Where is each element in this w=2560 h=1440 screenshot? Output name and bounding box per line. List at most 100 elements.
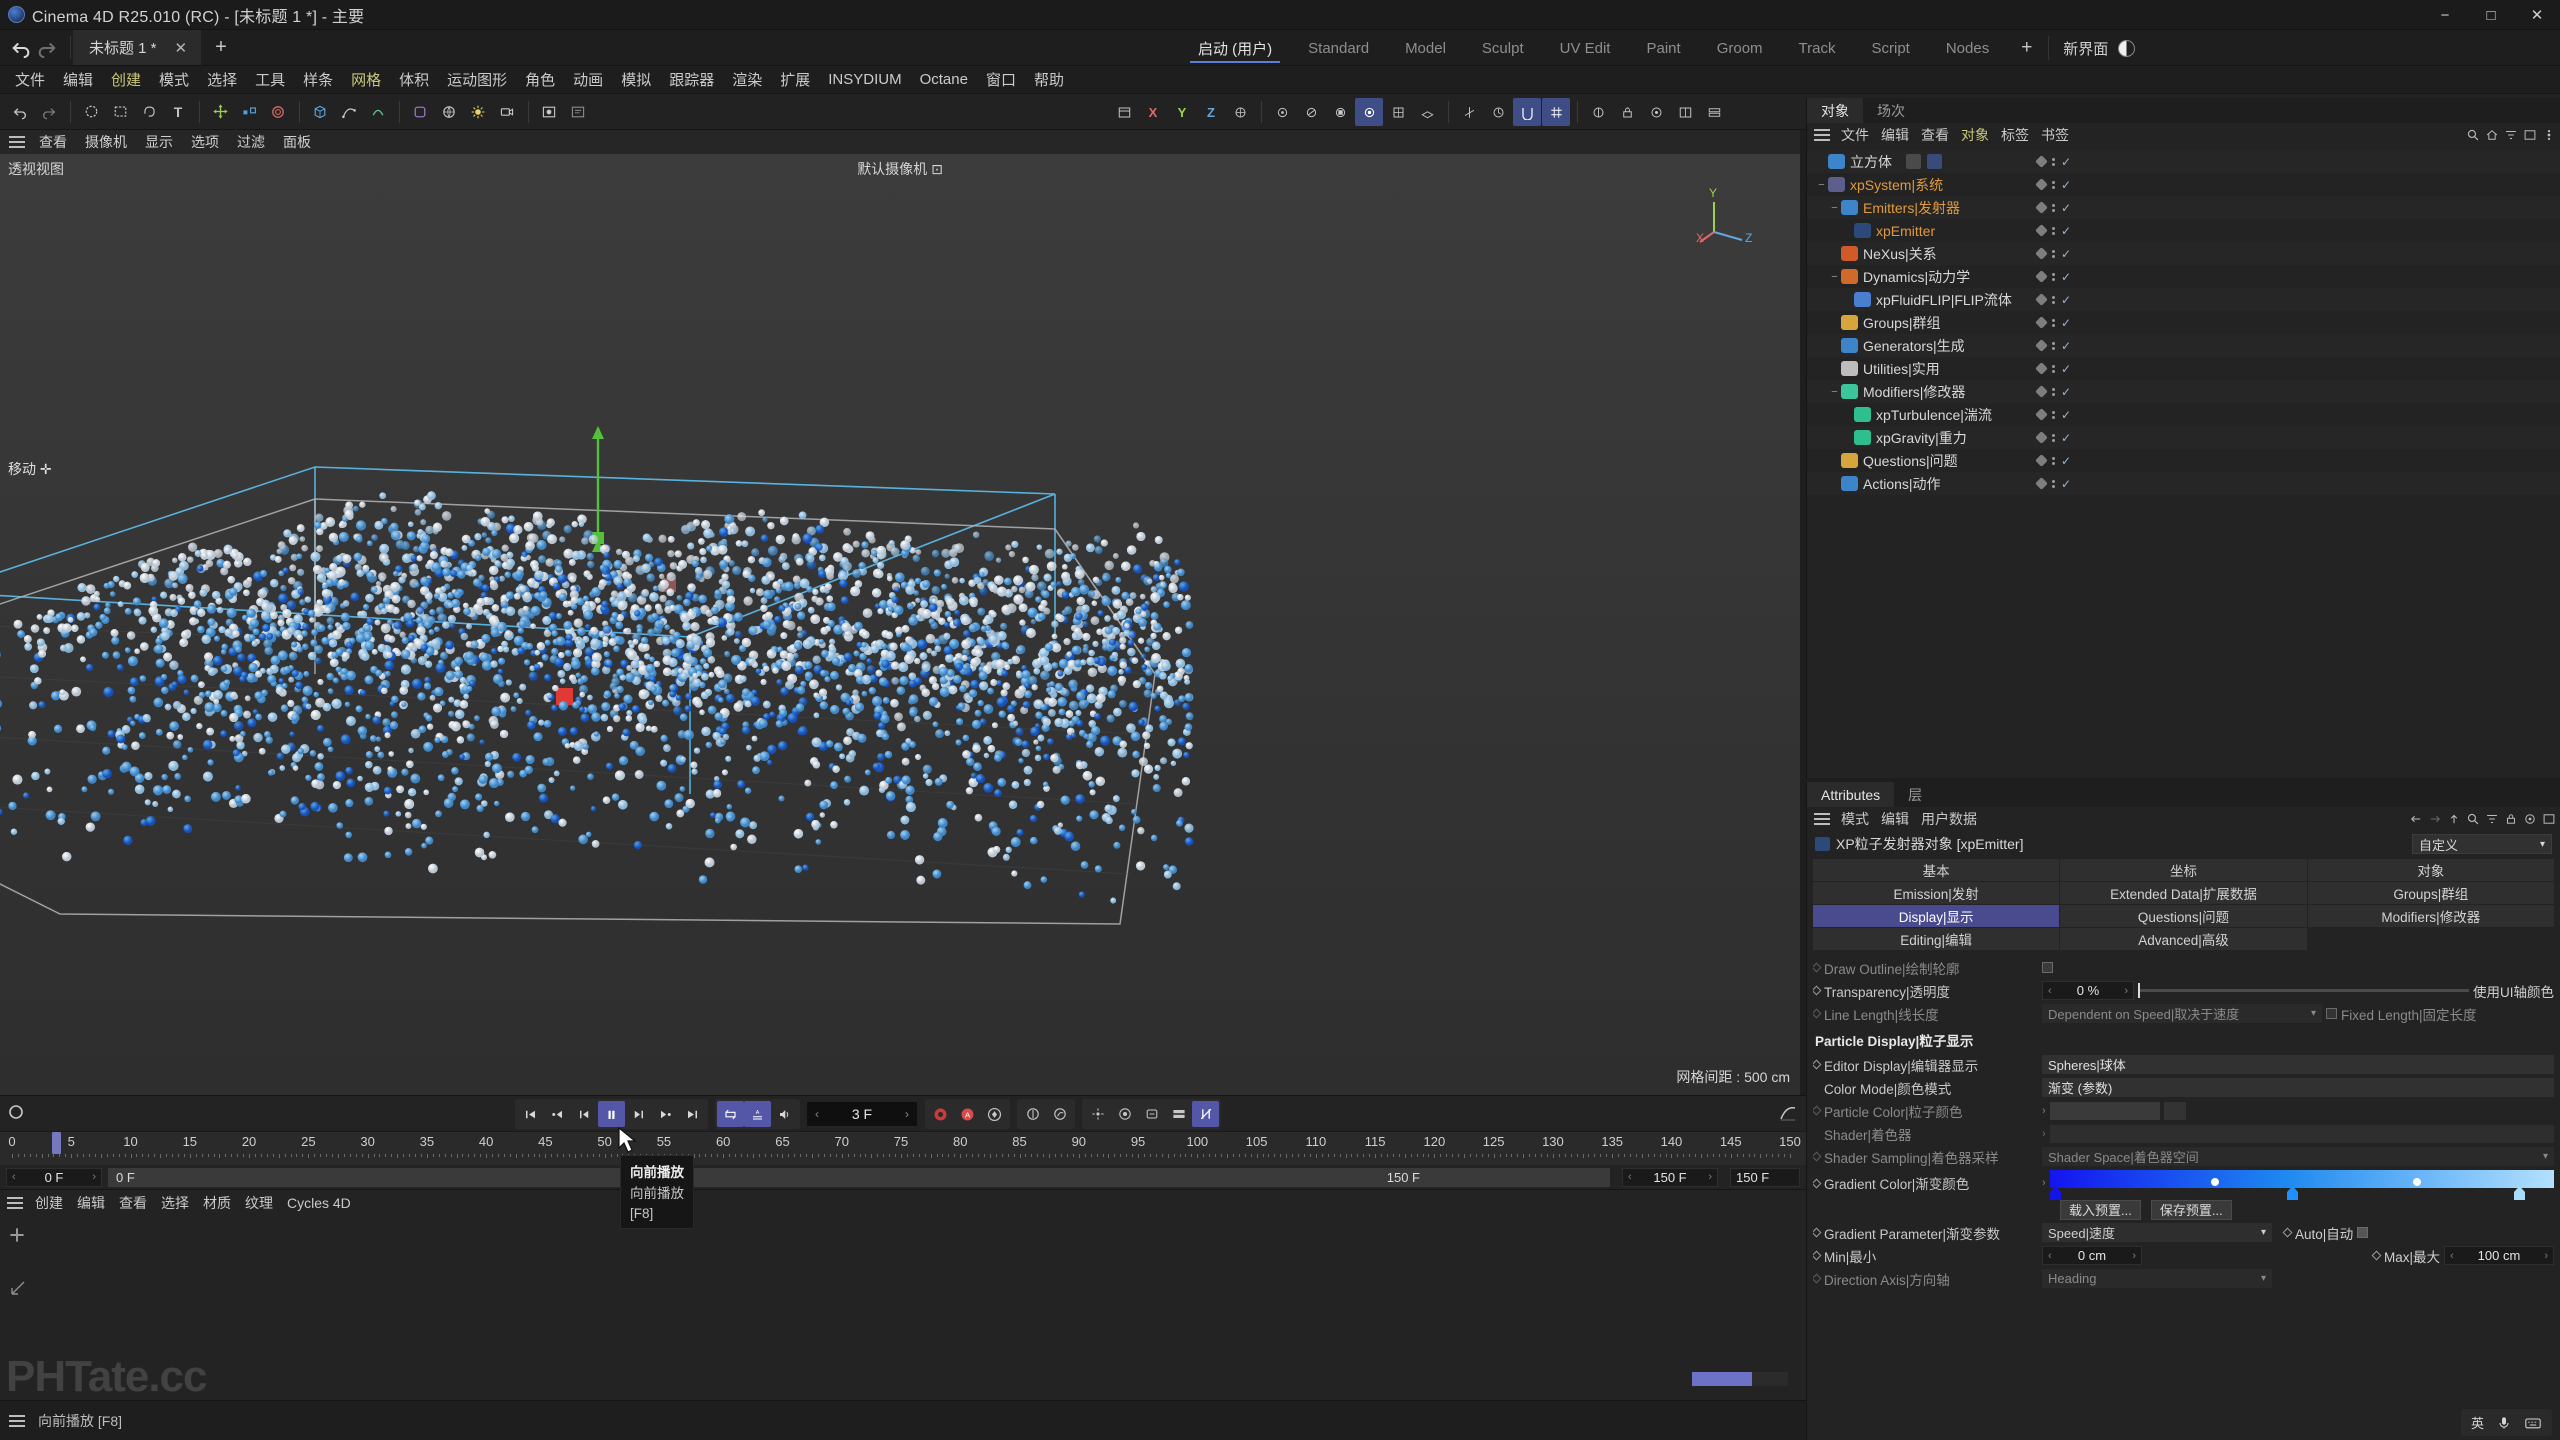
object-visibility-dots[interactable]: ✓: [2035, 408, 2071, 422]
layer-diamond-icon[interactable]: [2035, 477, 2048, 490]
particle-color-picker-icon[interactable]: [2163, 1101, 2186, 1120]
visibility-dots-icon[interactable]: [2052, 364, 2055, 373]
record-rotation-button[interactable]: [1046, 1101, 1073, 1127]
gradient-editor[interactable]: [2049, 1170, 2554, 1200]
tree-twisty-icon[interactable]: −: [1828, 386, 1841, 398]
enabled-check-icon[interactable]: ✓: [2061, 385, 2071, 399]
editor-display-field[interactable]: Spheres|球体: [2042, 1055, 2554, 1074]
object-tree-row[interactable]: Questions|问题 ✓: [1807, 449, 2560, 472]
document-tab[interactable]: 未标题 1 * ✕: [73, 30, 202, 65]
layout-tab-uv-edit[interactable]: UV Edit: [1542, 30, 1629, 66]
layout-manager-icon[interactable]: [1671, 98, 1699, 126]
attributes-tab-grid[interactable]: 基本 坐标 对象 Emission|发射 Extended Data|扩展数据 Group…: [1807, 857, 2560, 950]
visibility-dots-icon[interactable]: [2052, 387, 2055, 396]
layer-diamond-icon[interactable]: [2035, 408, 2048, 421]
enabled-check-icon[interactable]: ✓: [2061, 293, 2071, 307]
attr-menu-edit[interactable]: 编辑: [1875, 808, 1915, 830]
attributes-hamburger-icon[interactable]: [1814, 813, 1830, 825]
viewport-menu-view[interactable]: 查看: [30, 130, 76, 154]
enabled-check-icon[interactable]: ✓: [2061, 201, 2071, 215]
layout-tab-track[interactable]: Track: [1781, 30, 1854, 66]
camera-icon[interactable]: [493, 98, 521, 126]
workplane-lock-icon[interactable]: [1613, 98, 1641, 126]
stepper-right-icon[interactable]: ›: [905, 1107, 909, 1121]
object-tree-row[interactable]: Utilities|实用 ✓: [1807, 357, 2560, 380]
auto-checkbox[interactable]: [2357, 1227, 2369, 1238]
visibility-dots-icon[interactable]: [2052, 180, 2055, 189]
cube-primitive-icon[interactable]: [306, 98, 334, 126]
object-tag-icon[interactable]: [1906, 154, 1921, 169]
mat-menu-texture[interactable]: 纹理: [238, 1192, 280, 1214]
attr-menu-userdata[interactable]: 用户数据: [1915, 808, 1983, 830]
om-menu-edit[interactable]: 编辑: [1875, 124, 1915, 146]
tab-layers[interactable]: 层: [1894, 782, 1936, 807]
transparency-slider[interactable]: [2138, 981, 2469, 1000]
point-mode-icon[interactable]: [1268, 98, 1296, 126]
enabled-check-icon[interactable]: ✓: [2061, 362, 2071, 376]
enabled-check-icon[interactable]: ✓: [2061, 408, 2071, 422]
menu-编辑[interactable]: 编辑: [54, 66, 102, 93]
object-tree[interactable]: 立方体 ✓ − xpSystem|系统 ✓ − Emitters|发射器 ✓ xpEmitter…: [1807, 147, 2560, 495]
layer-diamond-icon[interactable]: [2035, 316, 2048, 329]
text-tool-icon[interactable]: T: [164, 98, 192, 126]
enable-axis-icon[interactable]: [1455, 98, 1483, 126]
add-document-button[interactable]: +: [201, 30, 241, 65]
om-filter-icon[interactable]: [2504, 128, 2518, 142]
mic-icon[interactable]: [2496, 1415, 2512, 1431]
om-menu-tags[interactable]: 标签: [1995, 124, 2035, 146]
keyboard-icon[interactable]: [2524, 1415, 2542, 1431]
prop-shader-sampling[interactable]: Shader Sampling|着色器采样 Shader Space|着色器空间…: [1813, 1145, 2554, 1168]
object-visibility-dots[interactable]: ✓: [2035, 178, 2071, 192]
object-tree-row[interactable]: Groups|群组 ✓: [1807, 311, 2560, 334]
object-visibility-dots[interactable]: ✓: [2035, 362, 2071, 376]
tab-attributes[interactable]: Attributes: [1807, 782, 1895, 807]
tree-twisty-icon[interactable]: −: [1828, 202, 1841, 214]
goto-end-button[interactable]: [679, 1101, 706, 1127]
stepper-right-icon[interactable]: ›: [2132, 1250, 2136, 1262]
goto-start-button[interactable]: [517, 1101, 544, 1127]
object-tree-row[interactable]: − Dynamics|动力学 ✓: [1807, 265, 2560, 288]
play-pause-button[interactable]: [598, 1101, 625, 1127]
move-tool-icon[interactable]: [206, 98, 234, 126]
stepper-left-icon[interactable]: ‹: [1628, 1171, 1632, 1183]
color-mode-field[interactable]: 渐变 (参数): [2042, 1078, 2554, 1097]
snap-toggle-icon[interactable]: [1513, 98, 1541, 126]
object-tree-row[interactable]: Actions|动作 ✓: [1807, 472, 2560, 495]
object-tree-row[interactable]: xpFluidFLIP|FLIP流体 ✓: [1807, 288, 2560, 311]
object-tree-row[interactable]: xpEmitter ✓: [1807, 219, 2560, 242]
object-visibility-dots[interactable]: ✓: [2035, 224, 2071, 238]
layer-diamond-icon[interactable]: [2035, 155, 2048, 168]
object-tree-row[interactable]: − xpSystem|系统 ✓: [1807, 173, 2560, 196]
keyframe-dot-icon[interactable]: [1813, 1059, 1822, 1070]
prop-line-length[interactable]: Line Length|线长度 Dependent on Speed|取决于速度…: [1813, 1002, 2554, 1025]
material-coord-icon[interactable]: [8, 1278, 28, 1303]
lock-axis-icon[interactable]: [1484, 98, 1512, 126]
environment-icon[interactable]: [435, 98, 463, 126]
om-menu-object[interactable]: 对象: [1955, 124, 1995, 146]
lasso-selection-icon[interactable]: [135, 98, 163, 126]
object-tree-row[interactable]: − Modifiers|修改器 ✓: [1807, 380, 2560, 403]
stepper-left-icon[interactable]: ‹: [12, 1171, 16, 1183]
mat-menu-edit[interactable]: 编辑: [70, 1192, 112, 1214]
min-field[interactable]: ‹ 0 cm ›: [2042, 1246, 2142, 1265]
keyframe-dot-icon[interactable]: [2282, 1227, 2293, 1238]
enabled-check-icon[interactable]: ✓: [2061, 178, 2071, 192]
slider-knob[interactable]: [2138, 983, 2140, 998]
object-manager-hamburger-icon[interactable]: [1814, 129, 1830, 141]
undo-tool-icon[interactable]: [6, 98, 34, 126]
keyframe-dot-icon[interactable]: [1813, 1178, 1822, 1188]
om-menu-view[interactable]: 查看: [1915, 124, 1955, 146]
viewport-solo-icon[interactable]: [1642, 98, 1670, 126]
stepper-right-icon[interactable]: ›: [2124, 985, 2128, 997]
menu-文件[interactable]: 文件: [6, 66, 54, 93]
om-menu-file[interactable]: 文件: [1835, 124, 1875, 146]
viewport-menu-filter[interactable]: 过滤: [228, 130, 274, 154]
menu-模拟[interactable]: 模拟: [612, 66, 660, 93]
total-frame-field[interactable]: 150 F: [1730, 1167, 1800, 1187]
object-tree-row[interactable]: xpGravity|重力 ✓: [1807, 426, 2560, 449]
prop-min-max[interactable]: Min|最小 ‹ 0 cm › Max|最大 ‹ 100 cm ›: [1813, 1244, 2554, 1267]
object-tree-row[interactable]: 立方体 ✓: [1807, 150, 2560, 173]
object-tree-row[interactable]: NeXus|关系 ✓: [1807, 242, 2560, 265]
menu-模式[interactable]: 模式: [150, 66, 198, 93]
visibility-dots-icon[interactable]: [2052, 410, 2055, 419]
